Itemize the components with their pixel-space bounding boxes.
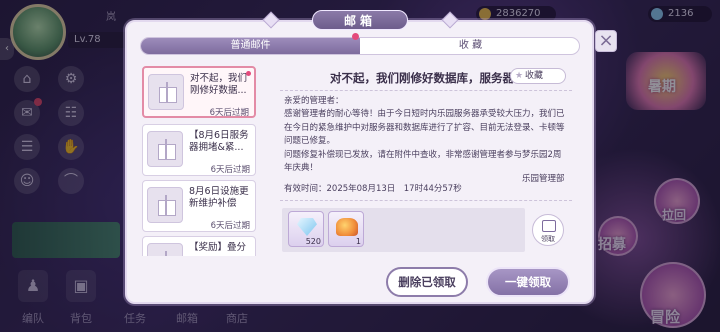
tab-favorites[interactable]: 收 藏 (361, 38, 579, 54)
mail-subject: 8月6日设施更新维护补偿 (189, 186, 249, 209)
mail-list[interactable]: 对不起，我们刚修好数据... 6天后过期 【8月6日服务器拥堵&紧... 6天后… (142, 64, 258, 256)
mail-tabs: 普通邮件 收 藏 (140, 37, 580, 55)
gift-icon (147, 187, 183, 223)
gift-icon (148, 74, 184, 110)
mail-item[interactable]: 8月6日设施更新维护补偿 6天后过期 (142, 180, 256, 232)
attachment-item[interactable]: 520 (288, 211, 324, 247)
claim-all-button[interactable]: 一键领取 (486, 267, 570, 297)
mail-item[interactable]: 【8月6日服务器拥堵&紧... 6天后过期 (142, 124, 256, 176)
tab-notification-dot (352, 33, 359, 40)
mail-item[interactable]: 【奖励】叠分 (142, 236, 256, 256)
mail-body: 亲爱的管理者： 感谢管理者的耐心等待！由于今日短时内乐园服务器承受较大压力，我们… (284, 95, 568, 175)
mail-expiry: 6天后过期 (210, 165, 250, 175)
mail-greeting: 亲爱的管理者： (284, 96, 344, 106)
diamond-icon (297, 218, 317, 236)
mail-subject: 【8月6日服务器拥堵&紧... (189, 130, 249, 153)
mail-sender: 乐园管理部 (522, 174, 565, 184)
favorite-label: 收藏 (525, 71, 544, 81)
mail-expiry: 6天后过期 (209, 108, 249, 118)
attachment-item[interactable]: 1 (328, 211, 364, 247)
food-icon (336, 218, 358, 236)
mail-content-title: 对不起，我们刚修好数据库，服务器 (330, 71, 514, 85)
favorite-button[interactable]: ★ 收藏 (510, 68, 566, 84)
mail-body-paragraph: 感谢管理者的耐心等待！由于今日短时内乐园服务器承受较大压力，我们已在今日的紧急维… (284, 109, 565, 147)
mail-subject: 【奖励】叠分 (189, 242, 247, 253)
divider (280, 90, 572, 91)
attachment-qty: 1 (355, 237, 361, 246)
divider (280, 200, 572, 201)
claim-attachment-button[interactable]: 领取 (532, 214, 564, 246)
mail-expiry: 6天后过期 (210, 221, 250, 231)
mail-item[interactable]: 对不起，我们刚修好数据... 6天后过期 (142, 66, 256, 118)
gift-icon (147, 131, 183, 167)
claim-label: 领取 (541, 235, 555, 243)
close-icon[interactable]: × (595, 30, 617, 52)
mail-validity: 有效时间：2025年08月13日 17时44分57秒 (284, 184, 462, 194)
tab-normal-mail[interactable]: 普通邮件 (141, 38, 360, 54)
gift-icon (542, 220, 556, 232)
gift-icon (147, 243, 183, 256)
mail-subject: 对不起，我们刚修好数据... (190, 73, 248, 96)
star-icon: ★ (515, 71, 524, 81)
attachment-qty: 520 (305, 237, 321, 246)
delete-claimed-button[interactable]: 删除已领取 (386, 267, 468, 297)
dialog-title: 邮箱 (312, 10, 408, 30)
unread-dot (246, 71, 251, 76)
